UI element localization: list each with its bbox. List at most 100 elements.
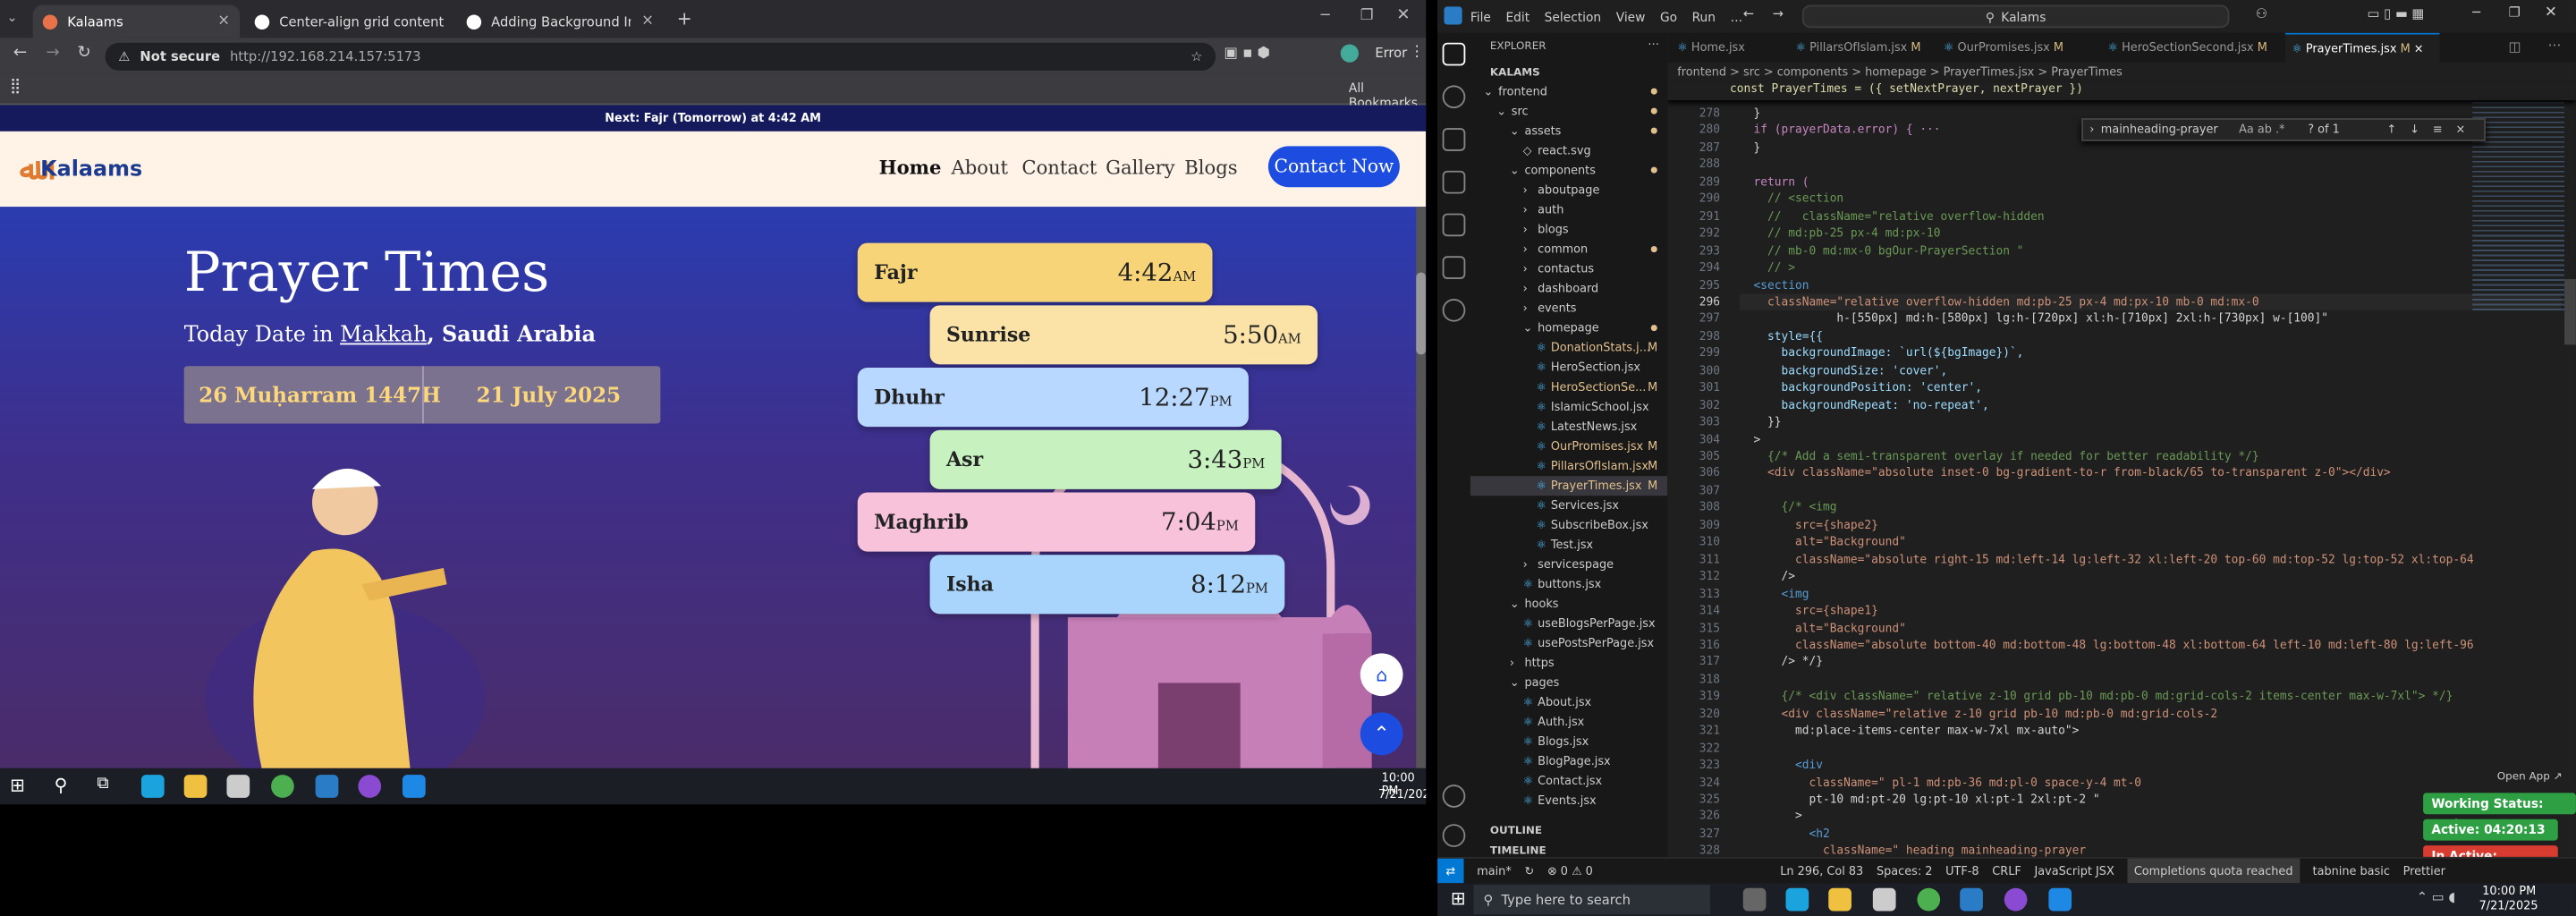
language-mode[interactable]: JavaScript JSX bbox=[2034, 864, 2114, 878]
explorer-item[interactable]: › events bbox=[1470, 299, 1667, 318]
search-icon[interactable] bbox=[1442, 85, 1466, 109]
edge-icon[interactable] bbox=[140, 775, 165, 798]
explorer-item[interactable]: ◇ react.svg bbox=[1470, 141, 1667, 161]
menu-run[interactable]: Run bbox=[1692, 9, 1716, 24]
task-view-icon[interactable] bbox=[1742, 887, 1767, 912]
nav-about[interactable]: About bbox=[951, 156, 1008, 179]
nav-gallery[interactable]: Gallery bbox=[1106, 156, 1175, 179]
menu-go[interactable]: Go bbox=[1660, 9, 1677, 24]
store-icon[interactable] bbox=[226, 775, 250, 798]
line-endings[interactable]: CRLF bbox=[1992, 864, 2021, 878]
chrome-icon[interactable] bbox=[271, 775, 294, 798]
run-debug-icon[interactable] bbox=[1442, 170, 1466, 194]
back-icon[interactable]: ← bbox=[13, 45, 27, 63]
city-link[interactable]: Makkah bbox=[340, 324, 427, 349]
timeline-section[interactable]: TIMELINE bbox=[1490, 844, 1546, 857]
copilot-icon[interactable]: ⚇ bbox=[2256, 6, 2267, 21]
explorer-icon[interactable] bbox=[1442, 42, 1466, 66]
remote-indicator[interactable]: ⇄ bbox=[1437, 857, 1464, 884]
nav-back-icon[interactable]: ← bbox=[1743, 6, 1754, 21]
nav-forward-icon[interactable]: → bbox=[1773, 6, 1784, 21]
apps-icon[interactable]: ⣿ bbox=[10, 79, 21, 95]
explorer-item[interactable]: ⚛ SubscribeBox.jsx bbox=[1470, 515, 1667, 535]
remote-icon[interactable] bbox=[1442, 256, 1466, 279]
explorer-item[interactable]: › aboutpage bbox=[1470, 181, 1667, 200]
explorer-item[interactable]: ⚛ buttons.jsx bbox=[1470, 574, 1667, 594]
explorer-item[interactable]: ⌄ homepage ● bbox=[1470, 318, 1667, 338]
split-editor-icon[interactable]: ◫ bbox=[2509, 39, 2521, 55]
site-logo[interactable]: ﷲ Kalaams bbox=[20, 148, 142, 191]
reload-icon[interactable]: ↻ bbox=[77, 45, 90, 63]
vscode-alt-icon[interactable] bbox=[2048, 887, 2072, 912]
explorer-item[interactable]: ⚛ Blogs.jsx bbox=[1470, 732, 1667, 751]
explorer-item[interactable]: ⚛ PillarsOfIslam.jsx M bbox=[1470, 456, 1667, 476]
scroll-to-top-button[interactable]: ⌃ bbox=[1360, 712, 1403, 756]
explorer-item[interactable]: ⚛ Services.jsx bbox=[1470, 496, 1667, 515]
explorer-item[interactable]: › https bbox=[1470, 653, 1667, 673]
editor-tab-ourpromises[interactable]: ⚛ OurPromises.jsx M bbox=[1944, 33, 2091, 63]
explorer-item[interactable]: ⚛ DonationStats.j... M bbox=[1470, 338, 1667, 358]
menu-more[interactable]: … bbox=[1731, 9, 1743, 24]
tab-center-align[interactable]: Center-align grid content × bbox=[245, 5, 452, 38]
minimize-icon[interactable]: ─ bbox=[2472, 5, 2480, 21]
nav-home[interactable]: Home bbox=[879, 156, 942, 179]
copilot-status[interactable]: Completions quota reached bbox=[2127, 857, 2300, 884]
task-view-icon[interactable]: ⧉ bbox=[97, 775, 108, 793]
store-icon[interactable] bbox=[1872, 887, 1896, 912]
nav-contact[interactable]: Contact bbox=[1021, 156, 1097, 179]
explorer-item[interactable]: › blogs bbox=[1470, 220, 1667, 240]
next-match-icon[interactable]: ↓ bbox=[2410, 123, 2433, 137]
explorer-item[interactable]: ⚛ PrayerTimes.jsx M bbox=[1470, 476, 1668, 496]
chrome-icon[interactable] bbox=[1917, 887, 1941, 912]
breadcrumb[interactable]: frontend > src > components > homepage >… bbox=[1667, 63, 2576, 82]
forward-icon[interactable]: → bbox=[46, 45, 59, 63]
file-explorer-icon[interactable] bbox=[1828, 887, 1852, 912]
explorer-item[interactable]: ⌄ assets ● bbox=[1470, 122, 1667, 141]
minimize-icon[interactable]: ─ bbox=[1321, 8, 1330, 24]
editor-tab-pillars[interactable]: ⚛ PillarsOfIslam.jsx M bbox=[1796, 33, 1937, 63]
explorer-item[interactable]: ⚛ Contact.jsx bbox=[1470, 771, 1667, 791]
explorer-item[interactable]: ⚛ LatestNews.jsx bbox=[1470, 417, 1667, 437]
star-icon[interactable]: ☆ bbox=[1191, 49, 1202, 64]
vscode-alt-icon[interactable] bbox=[402, 775, 426, 798]
menu-selection[interactable]: Selection bbox=[1545, 9, 1602, 24]
tab-kalaams[interactable]: Kalaams × bbox=[32, 4, 241, 38]
explorer-item[interactable]: › auth bbox=[1470, 200, 1667, 220]
extensions-icon[interactable] bbox=[1442, 213, 1466, 237]
new-tab-button[interactable]: + bbox=[677, 8, 692, 30]
more-actions-icon[interactable]: ⋯ bbox=[2548, 38, 2562, 53]
extension-icons[interactable]: ▣ ▪ ⬢ bbox=[1224, 46, 1322, 65]
contact-now-button[interactable]: Contact Now bbox=[1267, 146, 1400, 188]
editor-tab-herosectionsecond[interactable]: ⚛ HeroSectionSecond.jsx M bbox=[2107, 33, 2284, 63]
explorer-item[interactable]: ⚛ Test.jsx bbox=[1470, 535, 1667, 555]
explorer-item[interactable]: ⌄ hooks bbox=[1470, 594, 1667, 614]
code-editor[interactable]: 278 } 280 if (prayerData.error) { ··· 287 … bbox=[1667, 82, 2576, 857]
explorer-item[interactable]: ⌄ src ● bbox=[1470, 102, 1667, 122]
explorer-item[interactable]: ⚛ useBlogsPerPage.jsx bbox=[1470, 614, 1667, 633]
windows-start-icon[interactable]: ⊞ bbox=[10, 775, 25, 796]
explorer-item[interactable]: ⚛ OurPromises.jsx M bbox=[1470, 437, 1667, 456]
find-input[interactable]: mainheading-prayer bbox=[2101, 123, 2239, 137]
layout-icons[interactable]: ▭ ▯ ▬ ▦ bbox=[2368, 6, 2425, 21]
explorer-item[interactable]: ⌄ frontend ● bbox=[1470, 82, 1667, 102]
menu-view[interactable]: View bbox=[1616, 9, 1646, 24]
find-in-selection-icon[interactable]: ≡ bbox=[2433, 123, 2456, 137]
nav-blogs[interactable]: Blogs bbox=[1184, 156, 1237, 179]
github-icon[interactable] bbox=[358, 775, 382, 798]
problems-count[interactable]: ⊗ 0 ⚠ 0 bbox=[1547, 864, 1593, 878]
explorer-item[interactable]: › servicespage bbox=[1470, 555, 1667, 574]
scroll-up-light-button[interactable]: ⌂ bbox=[1360, 653, 1403, 697]
search-icon[interactable]: ⚲ bbox=[55, 775, 68, 796]
tab-adding-background[interactable]: Adding Background Image to Fu × bbox=[457, 5, 664, 38]
windows-start-icon[interactable]: ⊞ bbox=[1451, 888, 1466, 910]
git-branch[interactable]: main* bbox=[1477, 864, 1512, 878]
close-window-icon[interactable]: ✕ bbox=[2545, 5, 2557, 21]
explorer-item[interactable]: ⚛ HeroSection.jsx bbox=[1470, 358, 1667, 377]
menu-edit[interactable]: Edit bbox=[1505, 9, 1530, 24]
vscode-icon[interactable] bbox=[1960, 887, 1983, 912]
sync-icon[interactable]: ↻ bbox=[1524, 864, 1534, 878]
close-find-icon[interactable]: × bbox=[2456, 123, 2466, 137]
explorer-item[interactable]: ⚛ BlogPage.jsx bbox=[1470, 751, 1667, 771]
close-window-icon[interactable]: ✕ bbox=[1396, 6, 1410, 24]
edge-icon[interactable] bbox=[1785, 887, 1809, 912]
